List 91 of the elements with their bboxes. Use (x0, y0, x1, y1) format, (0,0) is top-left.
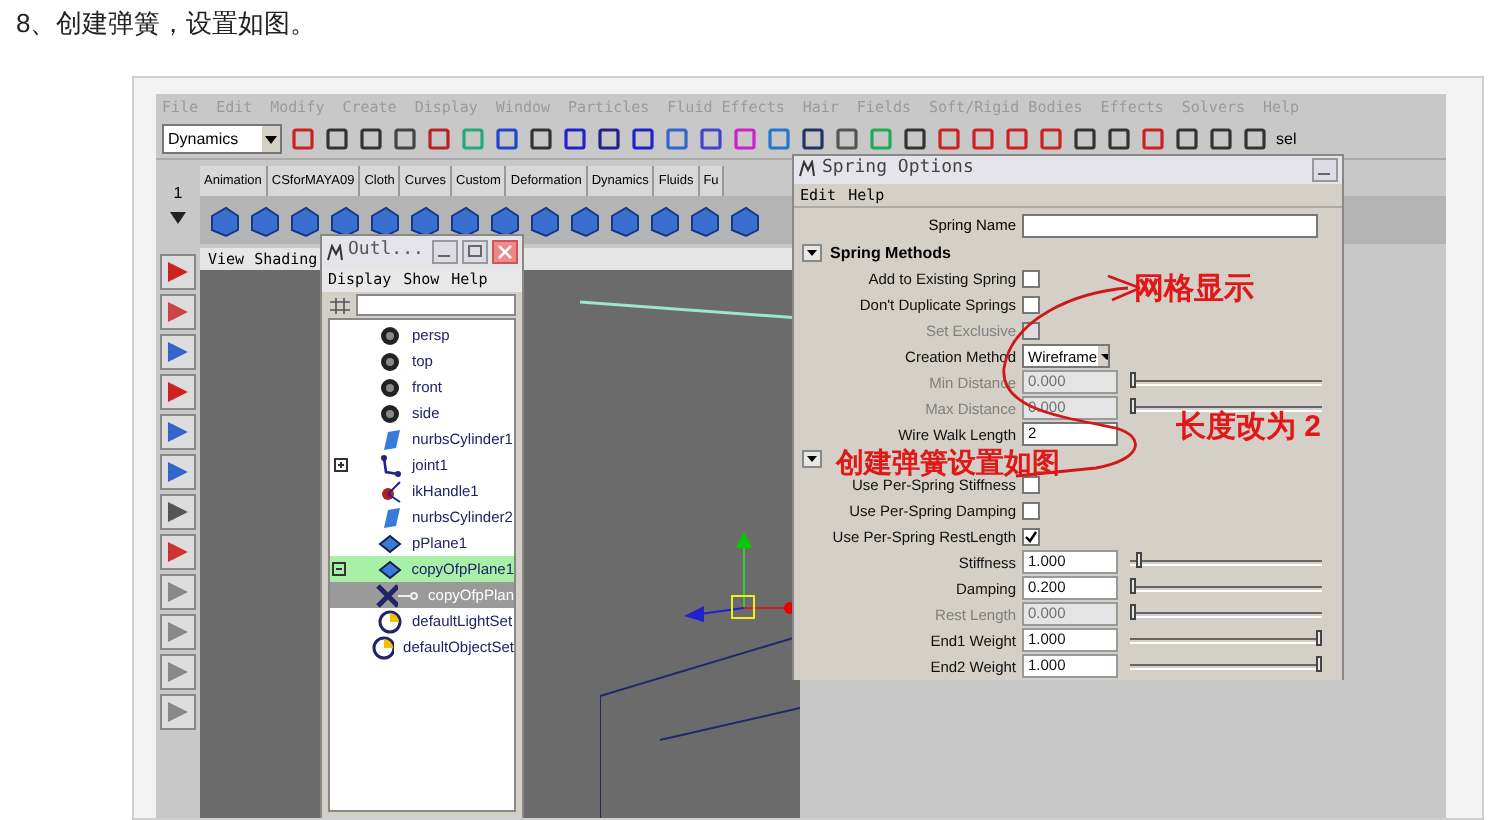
toolbar-icon[interactable] (596, 126, 622, 152)
toolbar-icon[interactable] (1072, 126, 1098, 152)
caret-icon[interactable] (262, 126, 280, 152)
input-field[interactable] (1022, 213, 1318, 238)
collapse-icon[interactable] (332, 562, 347, 576)
camera-icon (378, 323, 402, 347)
shelf-tool-icon[interactable] (648, 203, 682, 237)
slider-thumb[interactable] (1130, 577, 1137, 594)
set-icon (378, 609, 402, 633)
toolbar-icon[interactable] (1106, 126, 1132, 152)
toolbar-icon[interactable] (834, 126, 860, 152)
toolbar-icon[interactable] (698, 126, 724, 152)
toolbar-icon[interactable] (902, 126, 928, 152)
tool-icon[interactable] (160, 334, 196, 370)
minimize-button[interactable] (1312, 157, 1338, 182)
caret-icon[interactable] (1097, 346, 1108, 367)
section-title: Spring Methods (830, 241, 951, 266)
checkbox[interactable] (1022, 501, 1040, 520)
tool-icon[interactable] (160, 294, 196, 330)
toolbar-icon[interactable] (1208, 126, 1234, 152)
shelf-tool-icon[interactable] (248, 203, 282, 237)
close-button[interactable] (492, 240, 518, 264)
collapse-icon[interactable] (802, 244, 822, 263)
toolbar-icon[interactable] (664, 126, 690, 152)
checkbox[interactable] (1022, 527, 1040, 546)
toolbar-icon[interactable] (562, 126, 588, 152)
camera-icon (378, 349, 402, 373)
toolbar-icon[interactable] (1004, 126, 1030, 152)
tool-icon[interactable] (160, 374, 196, 410)
toolbar-icon[interactable] (1038, 126, 1064, 152)
filter-icon[interactable] (328, 295, 352, 315)
slider-thumb[interactable] (1316, 629, 1322, 646)
toolbar-icon[interactable] (528, 126, 554, 152)
slider-thumb[interactable] (1135, 551, 1142, 568)
window-title: Outl... (348, 238, 426, 265)
annotation: 网格显示 (1134, 272, 1254, 308)
menu-set-dropdown[interactable]: Dynamics (162, 124, 282, 154)
tool-icon[interactable] (160, 254, 196, 290)
toolbar-label: sel (1276, 127, 1297, 151)
expand-icon[interactable] (333, 458, 347, 472)
toolbar-icon[interactable] (290, 126, 316, 152)
tool-icon[interactable] (160, 574, 196, 610)
camera-icon (378, 375, 402, 399)
toolbar-icon[interactable] (1174, 126, 1200, 152)
tool-icon[interactable] (160, 654, 196, 690)
toolbar-icon[interactable] (426, 126, 452, 152)
caret-icon[interactable] (168, 210, 188, 226)
shelf-tool-icon[interactable] (568, 203, 602, 237)
app-icon (798, 160, 816, 179)
tool-icon[interactable] (160, 534, 196, 570)
tool-icon[interactable] (160, 414, 196, 450)
toolbar-icon[interactable] (324, 126, 350, 152)
checkbox[interactable] (1022, 475, 1040, 494)
shelf-tool-icon[interactable] (208, 203, 242, 237)
toolbar-icon[interactable] (800, 126, 826, 152)
maximize-button[interactable] (462, 240, 488, 264)
shelf-tool-icon[interactable] (528, 203, 562, 237)
toolbar-icon[interactable] (392, 126, 418, 152)
joint-icon (378, 453, 402, 477)
checkbox[interactable] (1022, 295, 1040, 314)
camera-icon (378, 401, 402, 425)
toolbar-icon[interactable] (1140, 126, 1166, 152)
shelf-tool-icon[interactable] (608, 203, 642, 237)
window-title: Spring Options (822, 156, 976, 182)
shelf-number: 1 (173, 182, 183, 206)
collapse-icon[interactable] (802, 450, 822, 469)
handle-icon (378, 479, 402, 503)
connector-icon (398, 589, 419, 601)
search-field[interactable] (356, 294, 516, 316)
shelf-tool-icon[interactable] (288, 203, 322, 237)
minimize-button[interactable] (432, 240, 458, 264)
toolbar-icon[interactable] (630, 126, 656, 152)
annotation: 长度改为 2 (1176, 410, 1322, 446)
toolbar-icon[interactable] (494, 126, 520, 152)
spring-icon (375, 583, 399, 607)
shelf-tool-icon[interactable] (688, 203, 722, 237)
toolbar-icon[interactable] (1242, 126, 1268, 152)
slider-thumb[interactable] (1316, 655, 1322, 672)
tool-icon[interactable] (160, 454, 196, 490)
tool-icon[interactable] (160, 614, 196, 650)
annotation: 创建弹簧设置如图 (836, 446, 1060, 479)
toolbar-icon[interactable] (936, 126, 962, 152)
toolbar-icon[interactable] (970, 126, 996, 152)
set-icon (372, 635, 394, 659)
shelf-tool-icon[interactable] (728, 203, 762, 237)
caption: 8、创建弹簧，设置如图。 (14, 6, 319, 42)
toolbar-icon[interactable] (358, 126, 384, 152)
app-icon (326, 243, 344, 261)
tool-icon[interactable] (160, 494, 196, 530)
checkbox[interactable] (1022, 269, 1040, 288)
tool-icon[interactable] (160, 694, 196, 730)
